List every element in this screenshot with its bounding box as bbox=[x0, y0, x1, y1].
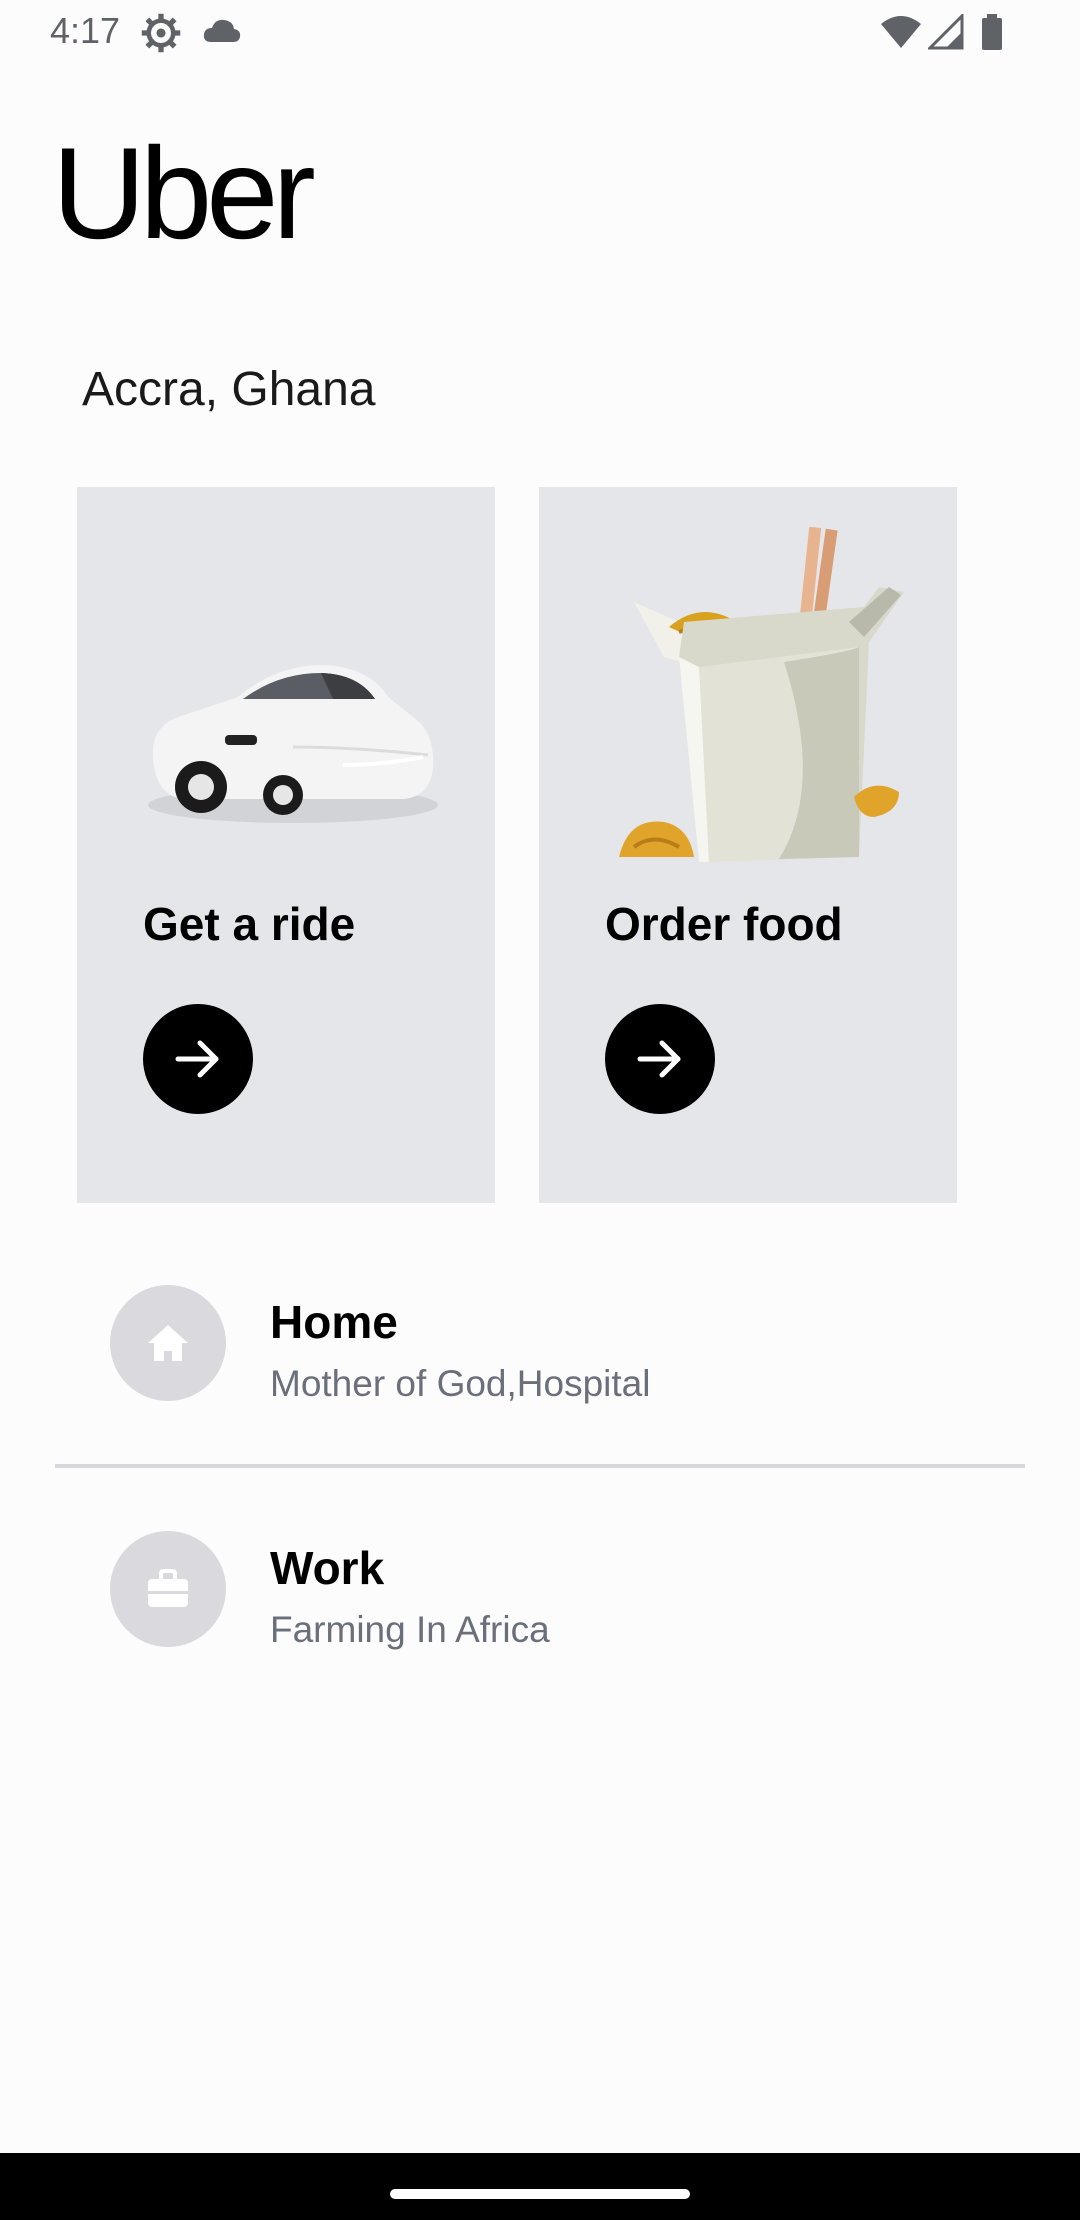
cell-signal-icon bbox=[926, 12, 964, 55]
arrow-right-icon[interactable] bbox=[143, 1004, 253, 1114]
car-illustration bbox=[143, 637, 443, 832]
briefcase-icon bbox=[110, 1531, 226, 1647]
place-address: Mother of God,Hospital bbox=[270, 1363, 651, 1404]
place-title: Work bbox=[270, 1542, 385, 1594]
status-bar: 4:17 bbox=[0, 0, 1080, 66]
battery-icon bbox=[980, 14, 1004, 55]
card-title: Order food bbox=[605, 898, 843, 950]
saved-place-work[interactable]: Work Farming In Africa bbox=[0, 1491, 1080, 1691]
home-icon bbox=[110, 1285, 226, 1401]
settings-gear-icon bbox=[140, 12, 182, 59]
cloud-icon bbox=[202, 16, 242, 51]
wifi-icon bbox=[880, 14, 922, 55]
divider bbox=[55, 1464, 1025, 1468]
current-city: Accra, Ghana bbox=[82, 363, 376, 416]
get-a-ride-card[interactable]: Get a ride bbox=[77, 487, 495, 1203]
card-title: Get a ride bbox=[143, 898, 356, 950]
uber-logo: Uber bbox=[52, 120, 316, 266]
navigation-bar bbox=[0, 2153, 1080, 2220]
arrow-right-icon[interactable] bbox=[605, 1004, 715, 1114]
place-address: Farming In Africa bbox=[270, 1609, 550, 1650]
place-title: Home bbox=[270, 1296, 398, 1348]
status-time: 4:17 bbox=[50, 10, 121, 51]
order-food-card[interactable]: Order food bbox=[539, 487, 957, 1203]
takeout-box-illustration bbox=[609, 526, 919, 872]
saved-place-home[interactable]: Home Mother of God,Hospital bbox=[0, 1245, 1080, 1445]
home-gesture-handle[interactable] bbox=[390, 2189, 690, 2199]
